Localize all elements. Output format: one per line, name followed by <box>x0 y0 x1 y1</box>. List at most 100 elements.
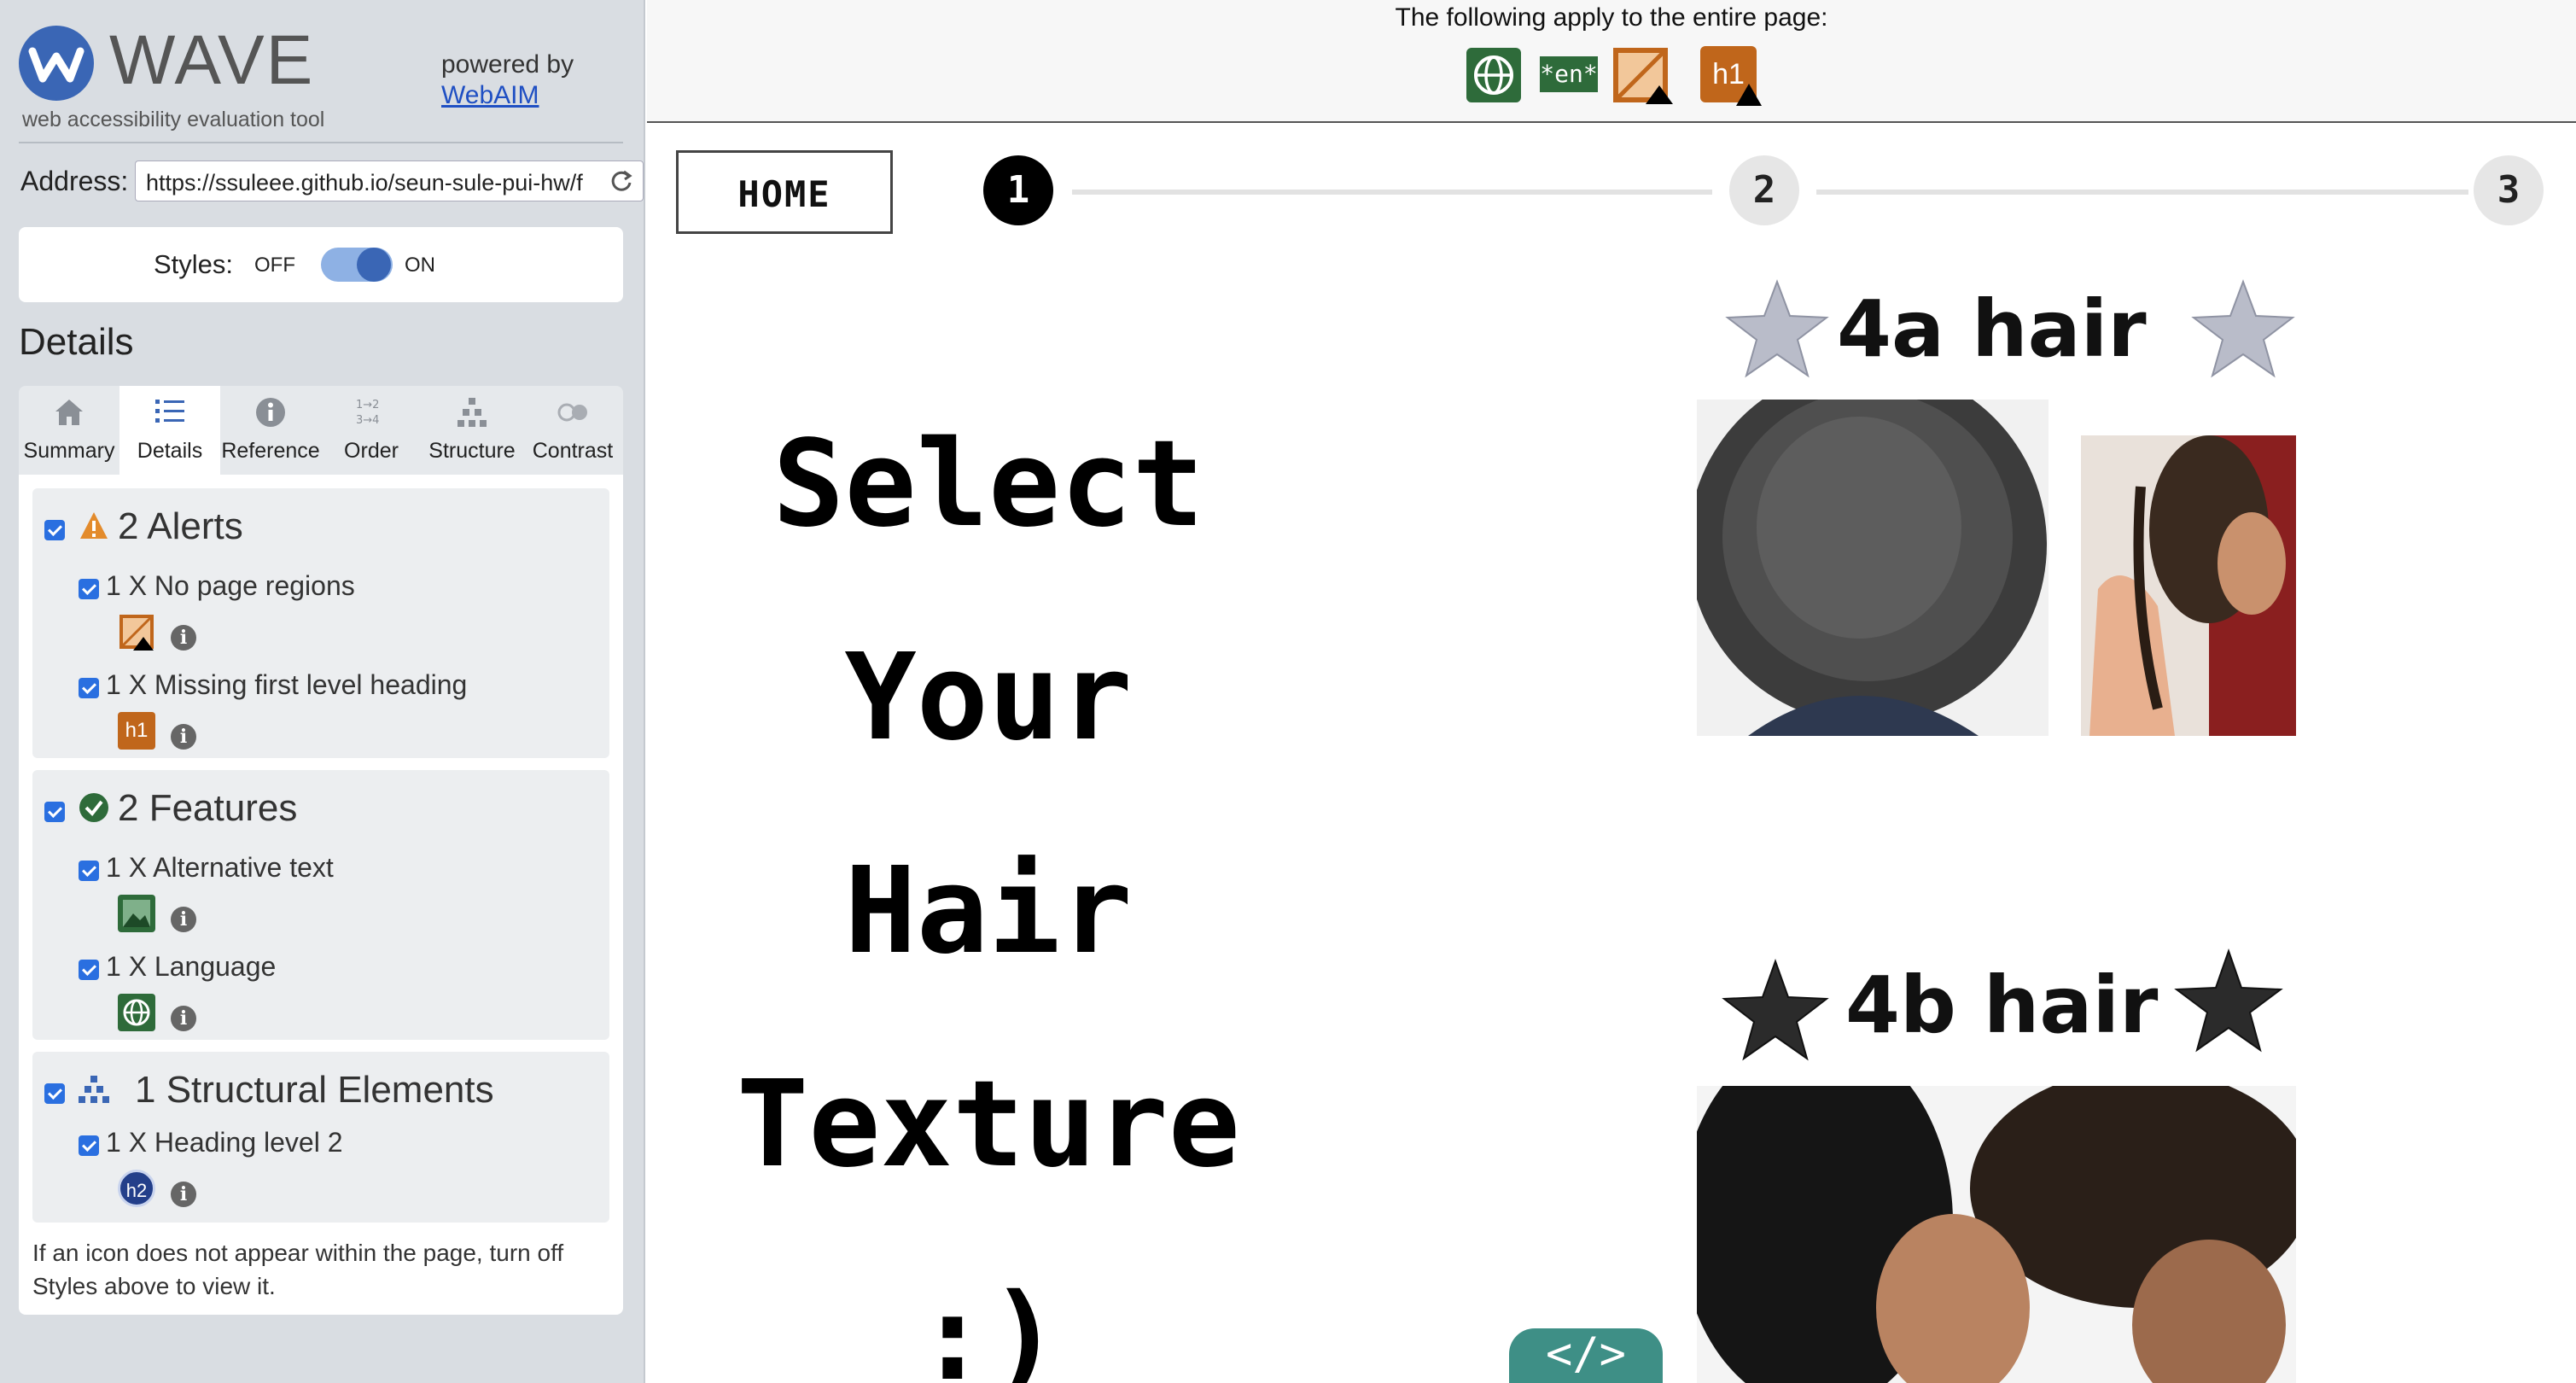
hair-4b-photo[interactable] <box>1697 1086 2296 1383</box>
tab-contrast-label: Contrast <box>532 439 614 463</box>
home-label: HOME <box>737 173 831 215</box>
styles-toggle[interactable] <box>321 248 393 282</box>
h1-missing-icon-text: h1 <box>125 719 149 742</box>
language-en-badge[interactable]: *en* <box>1540 56 1598 92</box>
details-tabs: Summary Details Reference 1→2 3→4 Order <box>19 386 623 475</box>
heading-level-2-checkbox[interactable] <box>79 1135 99 1156</box>
tab-details-label: Details <box>137 439 203 463</box>
alt-text-info-icon[interactable]: i <box>171 907 196 932</box>
features-title: 2 Features <box>118 787 298 829</box>
alerts-group: 2 Alerts 1 X No page regions i 1 X Missi… <box>32 488 609 758</box>
language-label: 1 X Language <box>106 951 277 982</box>
home-icon <box>55 400 83 425</box>
contrast-icon <box>557 403 587 422</box>
wave-tagline: web accessibility evaluation tool <box>22 108 325 131</box>
code-button-label: </> <box>1546 1328 1626 1380</box>
warning-icon <box>1736 84 1762 106</box>
headline-line-2: Your <box>844 628 1133 767</box>
features-checkbox[interactable] <box>44 802 65 822</box>
structural-checkbox[interactable] <box>44 1083 65 1104</box>
tab-reference-label: Reference <box>221 439 320 463</box>
alt-text-icon[interactable] <box>118 895 155 932</box>
styles-off-label: OFF <box>254 254 295 277</box>
powered-by-label: powered by <box>441 50 574 79</box>
svg-text:3→4: 3→4 <box>356 414 379 427</box>
wave-logo-icon[interactable] <box>19 26 94 101</box>
tab-summary-label: Summary <box>23 439 115 463</box>
apply-text: The following apply to the entire page: <box>1395 3 1828 32</box>
missing-h1-label: 1 X Missing first level heading <box>106 669 468 700</box>
step-2[interactable]: 2 <box>1729 155 1799 225</box>
star-icon <box>2191 279 2295 378</box>
star-icon <box>1722 959 1829 1061</box>
en-badge-text: *en* <box>1540 60 1598 88</box>
tab-structure-label: Structure <box>428 439 516 463</box>
headline-line-4: Texture <box>736 1055 1240 1194</box>
page-level-icons-bar: The following apply to the entire page: … <box>647 0 2576 123</box>
language-icon[interactable] <box>1465 46 1523 104</box>
address-label: Address: <box>20 166 129 196</box>
step-1[interactable]: 1 <box>983 155 1053 225</box>
star-icon <box>2174 948 2283 1053</box>
alerts-checkbox[interactable] <box>44 520 65 540</box>
h2-icon[interactable]: h2 <box>118 1170 155 1207</box>
step-connector-2 <box>1816 190 2468 195</box>
tab-summary[interactable]: Summary <box>19 386 119 475</box>
tab-order-label: Order <box>344 439 399 463</box>
toggle-knob <box>357 248 391 282</box>
alerts-title: 2 Alerts <box>118 505 243 547</box>
headline-line-5: :) <box>916 1269 1061 1383</box>
headline-line-1: Select <box>772 415 1204 554</box>
wave-title: WAVE <box>109 21 315 99</box>
wave-brand: WAVE web accessibility evaluation tool p… <box>19 22 616 142</box>
alert-icon <box>80 512 108 539</box>
details-heading: Details <box>19 321 134 363</box>
info-icon <box>256 398 285 427</box>
h1-missing-icon[interactable]: h1 <box>1700 46 1762 106</box>
headline-line-3: Hair <box>844 842 1133 981</box>
missing-h1-checkbox[interactable] <box>79 678 99 698</box>
styles-toggle-card: Styles: OFF ON <box>19 227 623 302</box>
webaim-link[interactable]: WebAIM <box>441 80 574 111</box>
list-icon <box>155 400 184 423</box>
missing-h1-info-icon[interactable]: i <box>171 724 196 750</box>
tab-structure[interactable]: Structure <box>422 386 522 475</box>
sidebar-divider <box>19 142 623 143</box>
home-button[interactable]: HOME <box>676 150 893 234</box>
reload-icon[interactable] <box>609 168 634 194</box>
address-input[interactable]: https://ssuleee.github.io/seun-sule-pui-… <box>135 160 644 201</box>
styles-label: Styles: <box>154 249 234 279</box>
tab-reference[interactable]: Reference <box>220 386 321 475</box>
star-icon <box>1725 279 1829 378</box>
svg-text:1→2: 1→2 <box>356 399 379 411</box>
evaluated-page: HOME 1 2 3 Select Your Hair Texture :) 4… <box>647 125 2576 1383</box>
hair-4a-photo-1[interactable] <box>1697 400 2049 736</box>
heading-level-2-info-icon[interactable]: i <box>171 1182 196 1207</box>
structure-icon <box>79 1076 109 1103</box>
feature-check-icon <box>79 793 108 822</box>
structure-icon <box>458 398 487 427</box>
no-page-regions-label: 1 X No page regions <box>106 570 355 601</box>
language-icon[interactable] <box>118 994 155 1031</box>
alt-text-label: 1 X Alternative text <box>106 852 334 883</box>
code-button[interactable]: </> <box>1509 1328 1663 1383</box>
no-regions-info-icon[interactable]: i <box>171 625 196 651</box>
hair-4a-photo-2[interactable] <box>2081 435 2296 736</box>
wave-sidebar: WAVE web accessibility evaluation tool p… <box>0 0 645 1383</box>
no-page-regions-checkbox[interactable] <box>79 579 99 599</box>
step-connector-1 <box>1072 190 1712 195</box>
heading-level-2-label: 1 X Heading level 2 <box>106 1127 343 1158</box>
styles-note: If an icon does not appear within the pa… <box>32 1240 564 1300</box>
tab-contrast[interactable]: Contrast <box>522 386 623 475</box>
tab-details[interactable]: Details <box>119 386 220 475</box>
language-info-icon[interactable]: i <box>171 1006 196 1031</box>
tab-order[interactable]: 1→2 3→4 Order <box>321 386 422 475</box>
address-bar: Address: https://ssuleee.github.io/seun-… <box>20 160 644 201</box>
h1-missing-icon[interactable]: h1 <box>118 712 155 750</box>
alt-text-checkbox[interactable] <box>79 861 99 881</box>
language-checkbox[interactable] <box>79 960 99 980</box>
details-panel: 2 Alerts 1 X No page regions i 1 X Missi… <box>19 475 623 1315</box>
no-regions-icon[interactable] <box>1611 46 1675 104</box>
no-regions-icon[interactable] <box>118 613 155 651</box>
step-3[interactable]: 3 <box>2474 155 2544 225</box>
